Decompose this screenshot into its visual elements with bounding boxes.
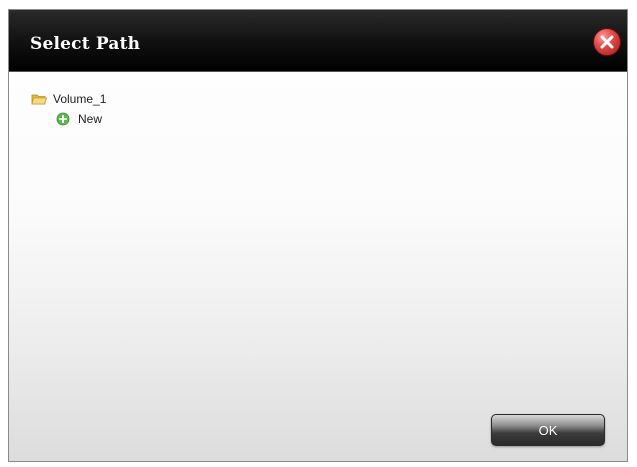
tree-item-volume-1[interactable]: Volume_1 bbox=[31, 89, 106, 109]
close-button[interactable] bbox=[593, 28, 621, 56]
tree-item-label: New bbox=[78, 112, 103, 126]
dialog-titlebar: Select Path bbox=[9, 10, 627, 72]
close-icon bbox=[600, 35, 614, 49]
tree-item-new[interactable]: New bbox=[56, 109, 106, 129]
folder-open-icon bbox=[31, 92, 48, 106]
folder-tree: Volume_1 New bbox=[31, 89, 106, 129]
ok-button[interactable]: OK bbox=[491, 414, 605, 446]
add-circle-icon bbox=[56, 112, 72, 126]
dialog-title: Select Path bbox=[30, 34, 141, 54]
tree-item-label: Volume_1 bbox=[53, 92, 107, 106]
page: Select Path Volume_1 New OK bbox=[0, 0, 637, 467]
select-path-dialog: Select Path Volume_1 New OK bbox=[8, 9, 628, 462]
